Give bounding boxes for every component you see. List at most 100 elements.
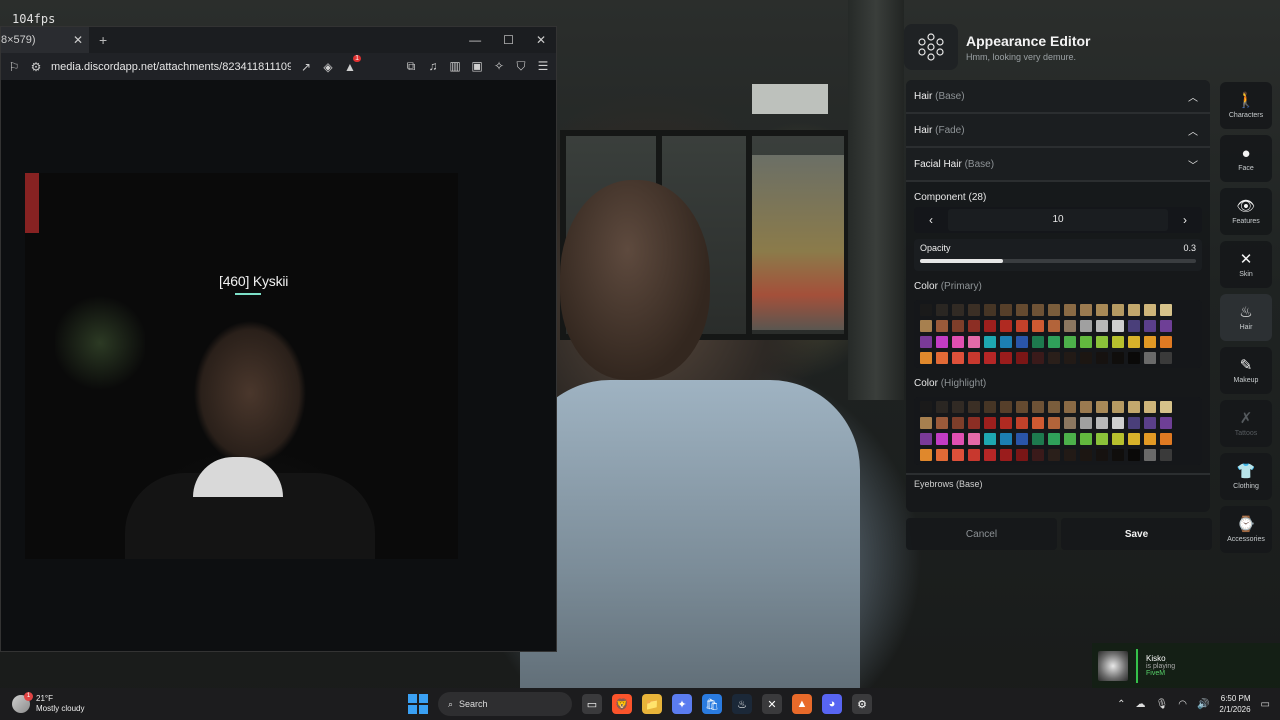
- color-swatch[interactable]: [1064, 433, 1076, 445]
- color-swatch[interactable]: [936, 417, 948, 429]
- section-hair-fade[interactable]: Hair (Fade) ︿: [906, 114, 1210, 148]
- color-swatch[interactable]: [1000, 433, 1012, 445]
- color-swatch[interactable]: [1112, 304, 1124, 316]
- store-icon[interactable]: 🛍: [702, 694, 722, 714]
- color-swatch[interactable]: [1064, 304, 1076, 316]
- component-value[interactable]: 10: [948, 209, 1168, 231]
- color-swatch[interactable]: [968, 352, 980, 364]
- chevron-down-icon[interactable]: ﹀: [1186, 157, 1200, 172]
- color-swatch[interactable]: [1128, 401, 1140, 413]
- menu-icon[interactable]: ☰: [536, 59, 550, 74]
- color-swatch[interactable]: [968, 336, 980, 348]
- color-swatch[interactable]: [1032, 336, 1044, 348]
- color-swatch[interactable]: [1128, 417, 1140, 429]
- save-button[interactable]: Save: [1061, 518, 1212, 550]
- section-hair-base[interactable]: Hair (Base) ︿: [906, 80, 1210, 114]
- color-swatch[interactable]: [936, 352, 948, 364]
- rewards-icon[interactable]: ▲ 1: [343, 54, 361, 74]
- chevron-up-icon[interactable]: ︿: [1186, 123, 1200, 138]
- color-swatch[interactable]: [1000, 336, 1012, 348]
- color-swatch[interactable]: [1032, 417, 1044, 429]
- wifi-icon[interactable]: ◠: [1178, 699, 1187, 710]
- color-swatch[interactable]: [1032, 401, 1044, 413]
- color-swatch[interactable]: [1048, 304, 1060, 316]
- chevron-left-icon[interactable]: ‹: [914, 213, 948, 227]
- chevron-right-icon[interactable]: ›: [1168, 213, 1202, 227]
- color-swatch[interactable]: [952, 401, 964, 413]
- color-swatch[interactable]: [920, 417, 932, 429]
- color-swatch[interactable]: [984, 433, 996, 445]
- color-swatch[interactable]: [1000, 449, 1012, 461]
- color-swatch[interactable]: [1064, 401, 1076, 413]
- color-swatch[interactable]: [984, 336, 996, 348]
- new-tab-icon[interactable]: +: [99, 32, 107, 48]
- nav-item-skin[interactable]: ✕ Skin: [1220, 241, 1272, 288]
- color-swatch[interactable]: [1096, 401, 1108, 413]
- nav-item-face[interactable]: ● Face: [1220, 135, 1272, 182]
- color-swatch[interactable]: [968, 417, 980, 429]
- color-swatch[interactable]: [1016, 336, 1028, 348]
- color-swatch[interactable]: [968, 433, 980, 445]
- bookmark-icon[interactable]: ⚐: [7, 60, 21, 74]
- app-orange-icon[interactable]: ▲: [792, 694, 812, 714]
- color-swatch[interactable]: [1096, 304, 1108, 316]
- color-swatch[interactable]: [1112, 352, 1124, 364]
- xbox-icon[interactable]: ✕: [762, 694, 782, 714]
- color-swatch[interactable]: [1112, 417, 1124, 429]
- task-view-icon[interactable]: ▭: [582, 694, 602, 714]
- color-swatch[interactable]: [1128, 352, 1140, 364]
- color-swatch[interactable]: [1096, 417, 1108, 429]
- color-swatch[interactable]: [968, 304, 980, 316]
- color-swatch[interactable]: [984, 401, 996, 413]
- image-viewer[interactable]: [460] Kyskii: [25, 173, 458, 559]
- steam-icon[interactable]: ♨: [732, 694, 752, 714]
- chevron-up-icon[interactable]: ⌃: [1117, 699, 1125, 710]
- color-swatch[interactable]: [936, 401, 948, 413]
- color-swatch[interactable]: [920, 449, 932, 461]
- close-tab-icon[interactable]: ✕: [73, 33, 83, 47]
- color-swatch[interactable]: [1000, 417, 1012, 429]
- color-swatch[interactable]: [1160, 433, 1172, 445]
- cancel-button[interactable]: Cancel: [906, 518, 1057, 550]
- color-swatch[interactable]: [1144, 352, 1156, 364]
- color-swatch[interactable]: [1048, 433, 1060, 445]
- reader-icon[interactable]: ⧉: [404, 59, 418, 74]
- color-swatch[interactable]: [1096, 336, 1108, 348]
- color-swatch[interactable]: [968, 320, 980, 332]
- color-swatch[interactable]: [1064, 336, 1076, 348]
- color-swatch[interactable]: [1032, 433, 1044, 445]
- nav-item-accessories[interactable]: ⌚ Accessories: [1220, 506, 1272, 553]
- color-swatch[interactable]: [984, 449, 996, 461]
- search-box[interactable]: ⌕ Search: [438, 692, 572, 716]
- color-swatch[interactable]: [1016, 417, 1028, 429]
- color-swatch[interactable]: [920, 401, 932, 413]
- color-swatch[interactable]: [1144, 449, 1156, 461]
- clock[interactable]: 6:50 PM 2/1/2026: [1219, 693, 1250, 715]
- opacity-slider[interactable]: [920, 259, 1196, 263]
- onedrive-icon[interactable]: ☁: [1136, 699, 1146, 710]
- color-swatch[interactable]: [1000, 320, 1012, 332]
- color-swatch[interactable]: [1144, 433, 1156, 445]
- color-swatch[interactable]: [1048, 352, 1060, 364]
- color-swatch[interactable]: [1048, 417, 1060, 429]
- color-swatch[interactable]: [1160, 417, 1172, 429]
- color-swatch[interactable]: [1160, 449, 1172, 461]
- color-swatch[interactable]: [1080, 304, 1092, 316]
- color-swatch[interactable]: [1048, 336, 1060, 348]
- color-swatch[interactable]: [984, 417, 996, 429]
- color-swatch[interactable]: [1032, 320, 1044, 332]
- color-swatch[interactable]: [1048, 320, 1060, 332]
- color-swatch[interactable]: [952, 417, 964, 429]
- color-swatch[interactable]: [1160, 304, 1172, 316]
- color-swatch[interactable]: [936, 320, 948, 332]
- color-swatch[interactable]: [1128, 449, 1140, 461]
- color-swatch[interactable]: [1144, 336, 1156, 348]
- color-swatch[interactable]: [984, 304, 996, 316]
- color-swatch[interactable]: [984, 320, 996, 332]
- color-swatch[interactable]: [1080, 401, 1092, 413]
- color-swatch[interactable]: [1032, 449, 1044, 461]
- nav-item-hair[interactable]: ♨ Hair: [1220, 294, 1272, 341]
- color-swatch[interactable]: [984, 352, 996, 364]
- color-swatch[interactable]: [1016, 433, 1028, 445]
- color-swatch[interactable]: [952, 304, 964, 316]
